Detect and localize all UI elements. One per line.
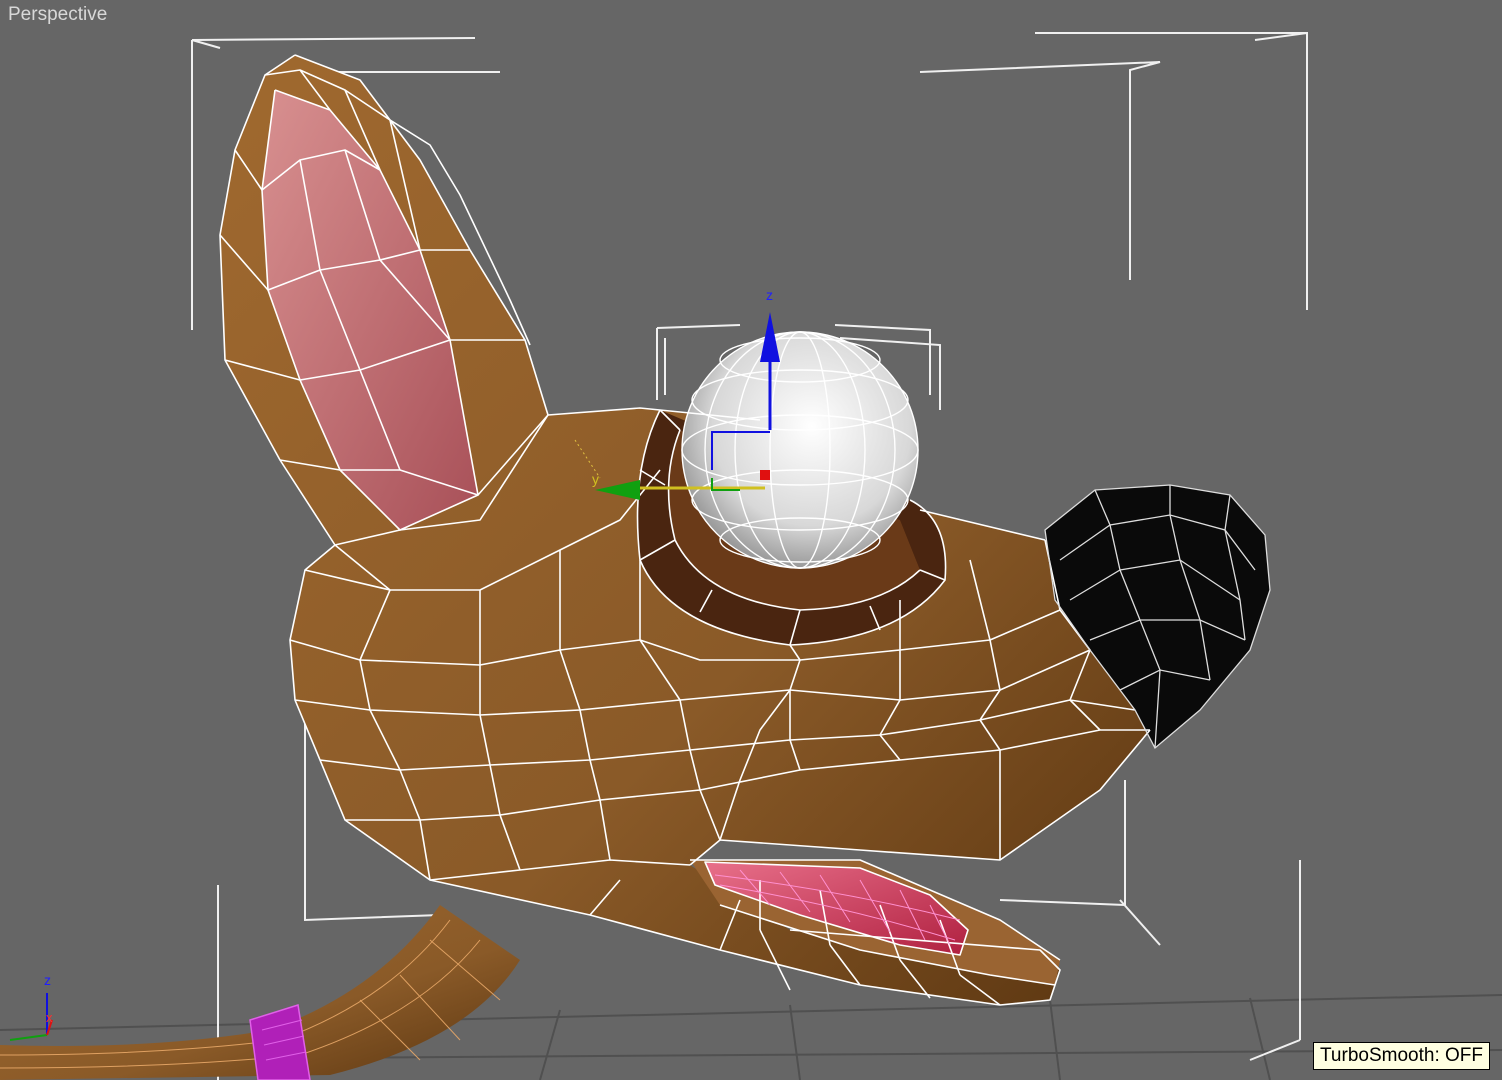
tripod-x-label: x (46, 1010, 53, 1025)
gizmo-z-label: z (766, 287, 773, 303)
tripod-z-label: z (44, 972, 51, 988)
scene-canvas[interactable]: z y z x (0, 0, 1502, 1080)
head-mesh (220, 55, 1270, 1005)
turbosmooth-status: TurboSmooth: OFF (1313, 1042, 1490, 1070)
gizmo-y-label: y (592, 471, 599, 487)
collar (249, 1004, 311, 1080)
neck-mesh (0, 905, 520, 1080)
viewport-label[interactable]: Perspective (8, 4, 107, 26)
eyeball (682, 332, 918, 568)
perspective-viewport[interactable]: z y z x Perspective TurboSmooth: OFF (0, 0, 1502, 1080)
